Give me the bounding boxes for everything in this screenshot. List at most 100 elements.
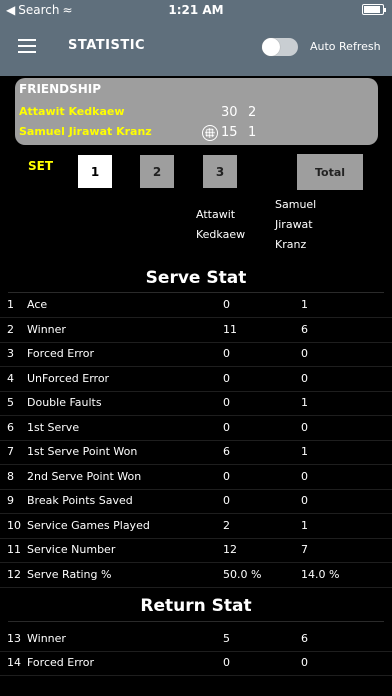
player2-value: 0 [301,421,308,434]
player1-value: 0 [223,396,230,409]
player1-value: 6 [223,445,230,458]
stat-row: 9 Break Points Saved 0 0 [0,489,392,514]
row-label: Winner [27,323,66,336]
auto-refresh-label: Auto Refresh [310,40,381,53]
player1-games: 2 [248,105,257,120]
score-card: FRIENDSHIP Attawit Kedkaew 30 2 Samuel J… [15,78,378,145]
row-number: 9 [7,494,14,507]
row-label: Double Faults [27,396,102,409]
set-label: SET [28,159,54,173]
player2-value: 1 [301,396,308,409]
row-number: 2 [7,323,14,336]
row-number: 8 [7,470,14,483]
row-label: Serve Rating % [27,568,112,581]
row-label: Winner [27,632,66,645]
player2-header-line: Kranz [275,238,307,251]
player2-value: 0 [301,494,308,507]
player2-header-line: Samuel [275,198,317,211]
stat-row: 12 Serve Rating % 50.0 % 14.0 % [0,563,392,588]
row-number: 4 [7,372,14,385]
status-bar: ◀ Search ≈ 1:21 AM [0,0,392,20]
row-label: Break Points Saved [27,494,133,507]
stat-row: 5 Double Faults 0 1 [0,391,392,416]
player2-value: 0 [301,656,308,669]
player1-name: Attawit Kedkaew [19,105,125,118]
stat-row: 1 Ace 0 1 [0,293,392,318]
player2-value: 1 [301,298,308,311]
player2-value: 7 [301,543,308,556]
menu-icon[interactable] [18,39,36,53]
player2-value: 0 [301,470,308,483]
return-stat-title: Return Stat [140,596,252,616]
row-label: Forced Error [27,347,95,360]
player1-value: 2 [223,519,230,532]
player1-value: 0 [223,372,230,385]
row-number: 13 [7,632,21,645]
player1-value: 0 [223,298,230,311]
row-label: Ace [27,298,48,311]
player1-value: 0 [223,494,230,507]
row-number: 3 [7,347,14,360]
player1-value: 0 [223,421,230,434]
player1-value: 0 [223,347,230,360]
nav-bar: STATISTIC Auto Refresh [0,20,392,76]
row-number: 14 [7,656,21,669]
stat-row: 13 Winner 5 6 [0,627,392,652]
row-label: 1st Serve [27,421,80,434]
row-label: Forced Error [27,656,95,669]
row-label: 2nd Serve Point Won [27,470,142,483]
row-label: Service Games Played [27,519,150,532]
section-divider [8,621,384,622]
player2-name: Samuel Jirawat Kranz [19,125,152,138]
set-button-2[interactable]: 2 [140,155,174,188]
set-button-1[interactable]: 1 [78,155,112,188]
stat-row: 6 1st Serve 0 0 [0,416,392,441]
stat-row: 8 2nd Serve Point Won 0 0 [0,465,392,490]
stat-row: 14 Forced Error 0 0 [0,651,392,676]
player1-value: 0 [223,656,230,669]
player1-value: 12 [223,543,237,556]
row-number: 6 [7,421,14,434]
page-title: STATISTIC [68,38,146,53]
player2-value: 0 [301,347,308,360]
player2-points: 15 [221,125,238,140]
battery-icon [362,4,386,15]
row-label: UnForced Error [27,372,110,385]
player1-value: 11 [223,323,237,336]
player2-column-header: Samuel Jirawat Kranz [275,195,316,255]
player1-value: 0 [223,470,230,483]
serve-stat-title: Serve Stat [145,268,247,288]
row-number: 11 [7,543,21,556]
player2-games: 1 [248,125,257,140]
player2-value: 1 [301,519,308,532]
stat-row: 10 Service Games Played 2 1 [0,514,392,539]
player1-header-line: Attawit [196,208,236,221]
row-number: 12 [7,568,21,581]
row-label: Service Number [27,543,116,556]
row-label: 1st Serve Point Won [27,445,138,458]
player2-value: 6 [301,632,308,645]
total-button[interactable]: Total [297,154,363,190]
player1-value: 5 [223,632,230,645]
player2-value: 14.0 % [301,568,340,581]
player2-value: 6 [301,323,308,336]
row-number: 5 [7,396,14,409]
row-number: 7 [7,445,14,458]
set-button-3[interactable]: 3 [203,155,237,188]
player2-value: 0 [301,372,308,385]
status-time: 1:21 AM [168,3,224,17]
player1-column-header: Attawit Kedkaew [196,205,245,245]
stat-row: 3 Forced Error 0 0 [0,342,392,367]
auto-refresh-toggle[interactable] [262,38,298,56]
stat-row: 11 Service Number 12 7 [0,538,392,563]
stat-row: 7 1st Serve Point Won 6 1 [0,440,392,465]
player1-header-line: Kedkaew [196,228,246,241]
player1-points: 30 [221,105,238,120]
player2-value: 1 [301,445,308,458]
player2-header-line: Jirawat [275,218,313,231]
stat-row: 4 UnForced Error 0 0 [0,367,392,392]
tennis-ball-icon [202,125,218,141]
player1-value: 50.0 % [223,568,262,581]
stat-row: 2 Winner 11 6 [0,318,392,343]
match-title: FRIENDSHIP [19,82,102,96]
